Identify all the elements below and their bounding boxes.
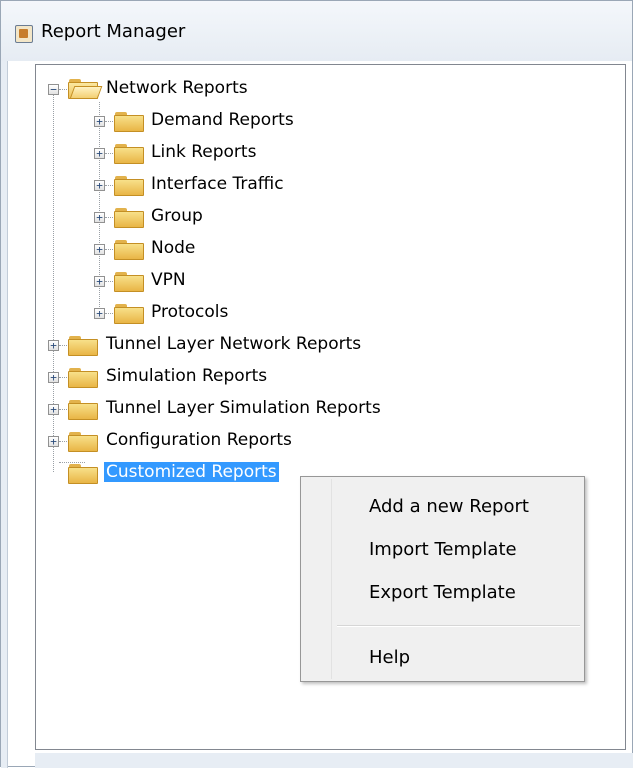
tree-node-label: VPN xyxy=(151,270,186,290)
folder-icon xyxy=(68,432,98,452)
tree-connector xyxy=(59,409,67,410)
folder-icon xyxy=(114,144,144,164)
folder-icon xyxy=(68,464,98,484)
tree-connector xyxy=(105,281,113,282)
minus-box-icon[interactable]: − xyxy=(48,84,59,95)
window-frame-left xyxy=(1,61,8,768)
tree-node-protocols[interactable]: + Protocols xyxy=(36,299,436,327)
tree-connector xyxy=(59,441,67,442)
tree-node-label: Group xyxy=(151,206,203,226)
tree-connector xyxy=(105,185,113,186)
folder-open-icon xyxy=(68,79,98,99)
folder-icon xyxy=(114,112,144,132)
tree-connector xyxy=(105,217,113,218)
context-menu: Add a new Report Import Template Export … xyxy=(300,476,585,682)
plus-box-icon[interactable]: + xyxy=(94,148,105,159)
tree-node-network-reports[interactable]: − Network Reports xyxy=(36,75,336,103)
tree-connector xyxy=(105,121,113,122)
window-title: Report Manager xyxy=(41,21,186,42)
title-bar: Report Manager xyxy=(1,1,632,61)
plus-box-icon[interactable]: + xyxy=(48,372,59,383)
tree-node-tunnel-layer-simulation-reports[interactable]: + Tunnel Layer Simulation Reports xyxy=(36,395,486,423)
plus-box-icon[interactable]: + xyxy=(48,404,59,415)
tree-node-vpn[interactable]: + VPN xyxy=(36,267,436,295)
menu-item-label: Add a new Report xyxy=(369,496,529,517)
folder-icon xyxy=(68,368,98,388)
report-manager-window: Report Manager − Network Reports + Deman… xyxy=(0,0,633,768)
plus-box-icon[interactable]: + xyxy=(94,180,105,191)
tree-connector xyxy=(105,313,113,314)
plus-box-icon[interactable]: + xyxy=(94,308,105,319)
tree-node-demand-reports[interactable]: + Demand Reports xyxy=(36,107,436,135)
plus-box-icon[interactable]: + xyxy=(94,116,105,127)
folder-icon xyxy=(114,208,144,228)
tree-node-label: Node xyxy=(151,238,196,258)
report-manager-icon xyxy=(15,25,33,43)
plus-box-icon[interactable]: + xyxy=(94,212,105,223)
tree-node-tunnel-layer-network-reports[interactable]: + Tunnel Layer Network Reports xyxy=(36,331,486,359)
tree-node-label: Tunnel Layer Simulation Reports xyxy=(106,398,381,418)
tree-node-label-selected: Customized Reports xyxy=(104,462,279,482)
plus-box-icon[interactable]: + xyxy=(48,436,59,447)
menu-separator xyxy=(337,625,580,627)
tree-node-simulation-reports[interactable]: + Simulation Reports xyxy=(36,363,486,391)
plus-box-icon[interactable]: + xyxy=(94,244,105,255)
tree-node-label: Interface Traffic xyxy=(151,174,284,194)
tree-connector xyxy=(59,345,67,346)
tree-node-label: Simulation Reports xyxy=(106,366,268,386)
window-frame-bottom xyxy=(35,753,633,768)
menu-item-add-new-report[interactable]: Add a new Report xyxy=(303,489,582,525)
tree-node-label: Network Reports xyxy=(106,78,248,98)
tree-node-group[interactable]: + Group xyxy=(36,203,436,231)
tree-node-link-reports[interactable]: + Link Reports xyxy=(36,139,436,167)
menu-item-label: Export Template xyxy=(369,582,516,603)
tree-node-configuration-reports[interactable]: + Configuration Reports xyxy=(36,427,486,455)
tree-node-interface-traffic[interactable]: + Interface Traffic xyxy=(36,171,436,199)
menu-item-label: Import Template xyxy=(369,539,517,560)
tree-node-label: Protocols xyxy=(151,302,229,322)
folder-icon xyxy=(68,400,98,420)
menu-item-label: Help xyxy=(369,647,411,668)
plus-box-icon[interactable]: + xyxy=(94,276,105,287)
folder-icon xyxy=(114,176,144,196)
tree-connector xyxy=(59,89,67,90)
plus-box-icon[interactable]: + xyxy=(48,340,59,351)
tree-node-node[interactable]: + Node xyxy=(36,235,436,263)
tree-node-label: Link Reports xyxy=(151,142,257,162)
folder-icon xyxy=(114,304,144,324)
folder-icon xyxy=(114,240,144,260)
tree-node-label: Tunnel Layer Network Reports xyxy=(106,334,362,354)
tree-connector xyxy=(59,377,67,378)
tree-connector xyxy=(105,249,113,250)
menu-item-export-template[interactable]: Export Template xyxy=(303,575,582,611)
folder-icon xyxy=(114,272,144,292)
tree-connector xyxy=(105,153,113,154)
menu-item-help[interactable]: Help xyxy=(303,640,582,676)
folder-icon xyxy=(68,336,98,356)
menu-item-import-template[interactable]: Import Template xyxy=(303,532,582,568)
tree-node-label: Configuration Reports xyxy=(106,430,292,450)
tree-node-label: Demand Reports xyxy=(151,110,294,130)
